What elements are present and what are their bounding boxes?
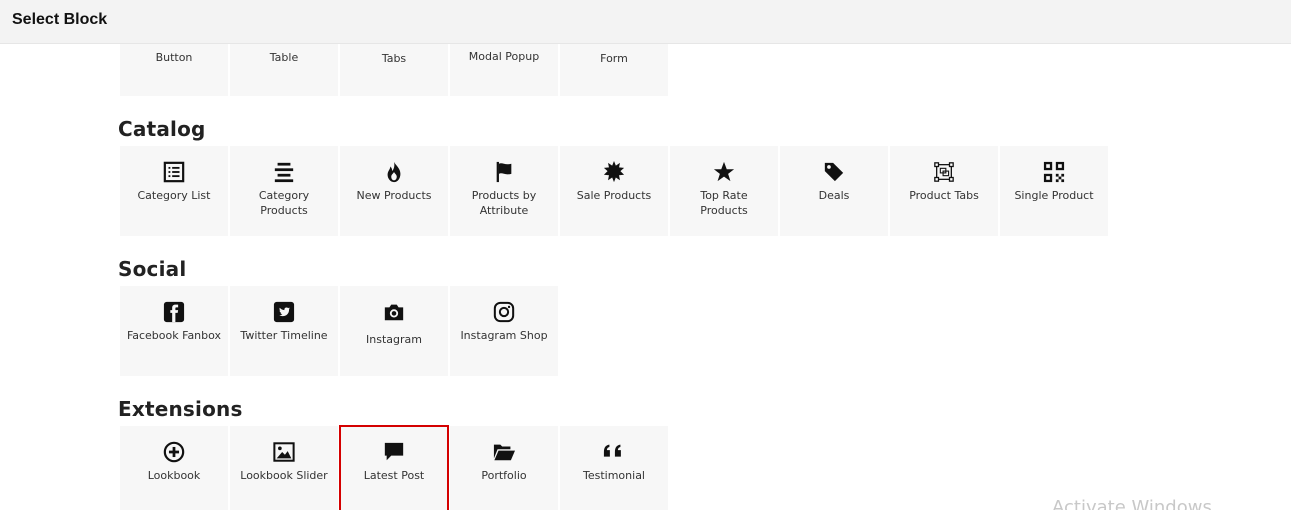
tile-label: Lookbook: [147, 469, 201, 482]
block-tile-new-products[interactable]: New Products: [340, 146, 448, 236]
tag-icon: [822, 160, 846, 184]
block-tile-lookbook[interactable]: Lookbook: [120, 426, 228, 510]
tile-label: Product Tabs: [909, 189, 979, 202]
tile-label: Latest Post: [363, 469, 425, 482]
tile-label: Tabs: [381, 52, 407, 65]
block-tile-latest-post[interactable]: Latest Post: [339, 425, 449, 510]
image-icon: [272, 440, 296, 464]
tile-label: Portfolio: [481, 469, 527, 482]
block-tile-single-product[interactable]: Single Product: [1000, 146, 1108, 236]
block-tile-button[interactable]: Button: [120, 44, 228, 96]
list-icon: [162, 160, 186, 184]
extensions-block-row: Lookbook Lookbook Slider Latest Post Por…: [120, 425, 670, 510]
block-tile-twitter-timeline[interactable]: Twitter Timeline: [230, 286, 338, 376]
star-icon: [712, 160, 736, 184]
tile-label: Button: [155, 51, 193, 64]
block-tile-portfolio[interactable]: Portfolio: [450, 426, 558, 510]
block-tile-table[interactable]: Table: [230, 44, 338, 96]
tile-label: Table: [269, 51, 299, 64]
activate-windows-watermark: Activate Windows: [1052, 497, 1212, 510]
instagram-icon: [492, 300, 516, 324]
section-title-catalog: Catalog: [118, 117, 206, 141]
facebook-icon: [162, 300, 186, 324]
modal-header: Select Block: [0, 0, 1291, 44]
tile-label: Facebook Fanbox: [126, 329, 222, 342]
tile-label: Products by Attribute: [471, 189, 537, 217]
tile-label: Form: [600, 52, 628, 65]
block-tile-form[interactable]: Form: [560, 44, 668, 96]
tile-label: Top Rate Products: [700, 189, 748, 217]
tile-label: Category Products: [258, 189, 310, 217]
social-block-row: Facebook Fanbox Twitter Timeline Instagr…: [120, 286, 560, 376]
tile-label: Instagram: [366, 333, 422, 346]
block-tile-instagram-shop[interactable]: Instagram Shop: [450, 286, 558, 376]
flag-icon: [492, 160, 516, 184]
catalog-block-row: Category List Category Products New Prod…: [120, 146, 1110, 236]
tile-label: New Products: [356, 189, 432, 202]
block-tile-products-by-attribute[interactable]: Products by Attribute: [450, 146, 558, 236]
camera-icon: [382, 300, 406, 324]
section-title-social: Social: [118, 257, 187, 281]
block-tile-product-tabs[interactable]: Product Tabs: [890, 146, 998, 236]
block-tile-tabs[interactable]: Tabs: [340, 44, 448, 96]
top-block-row: Button Table Tabs Modal Popup Form: [120, 44, 670, 96]
align-center-icon: [272, 160, 296, 184]
block-tile-lookbook-slider[interactable]: Lookbook Slider: [230, 426, 338, 510]
block-tile-facebook-fanbox[interactable]: Facebook Fanbox: [120, 286, 228, 376]
burst-icon: [602, 160, 626, 184]
tile-label: Sale Products: [576, 189, 652, 202]
block-tile-category-list[interactable]: Category List: [120, 146, 228, 236]
twitter-icon: [272, 300, 296, 324]
block-tile-deals[interactable]: Deals: [780, 146, 888, 236]
tile-label: Testimonial: [583, 469, 645, 482]
tile-label: Deals: [818, 189, 850, 202]
tile-label: Modal Popup: [468, 50, 540, 63]
block-tile-instagram[interactable]: Instagram: [340, 286, 448, 376]
tile-label: Category List: [137, 189, 211, 202]
tile-label: Instagram Shop: [460, 329, 548, 342]
fire-icon: [382, 160, 406, 184]
folder-open-icon: [492, 440, 516, 464]
block-tile-modal-popup[interactable]: Modal Popup: [450, 44, 558, 96]
section-title-extensions: Extensions: [118, 397, 243, 421]
object-group-icon: [932, 160, 956, 184]
plus-circle-icon: [162, 440, 186, 464]
block-tile-sale-products[interactable]: Sale Products: [560, 146, 668, 236]
tile-label: Twitter Timeline: [240, 329, 328, 342]
tile-label: Single Product: [1014, 189, 1094, 202]
comment-icon: [382, 440, 406, 464]
qrcode-icon: [1042, 160, 1066, 184]
tile-label: Lookbook Slider: [240, 469, 328, 482]
block-tile-top-rate-products[interactable]: Top Rate Products: [670, 146, 778, 236]
block-tile-testimonial[interactable]: Testimonial: [560, 426, 668, 510]
modal-title: Select Block: [12, 11, 108, 28]
quote-icon: [602, 440, 626, 464]
block-tile-category-products[interactable]: Category Products: [230, 146, 338, 236]
